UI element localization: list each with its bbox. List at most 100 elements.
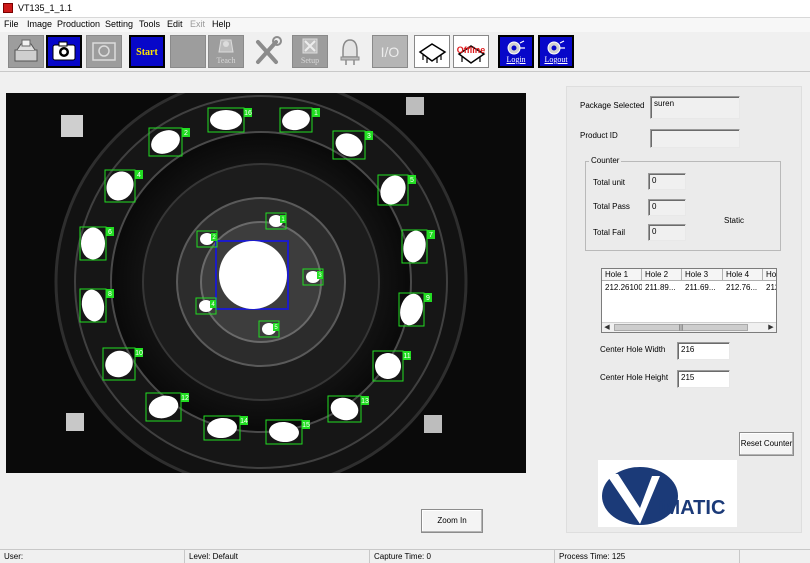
online-button[interactable] [414,35,450,68]
hole-measurements-grid[interactable]: Hole 1 Hole 2 Hole 3 Hole 4 Hole 5 212.2… [601,268,777,333]
package-label: Package Selected [580,101,645,110]
company-logo: iMATIC [598,460,737,527]
start-button[interactable]: Start [129,35,165,68]
center-hole-width-field[interactable]: 216 [677,342,730,360]
detection-label: 13 [361,398,369,405]
grid-column-header[interactable]: Hole 5 [763,269,776,281]
total-unit-label: Total unit [593,178,626,187]
logo-text: iMATIC [658,497,725,519]
io-button[interactable]: I/O [372,35,408,68]
grid-cell[interactable]: 212.76... [723,282,763,293]
grid-cell[interactable]: 212 [763,282,776,293]
title-bar: VT135_1_1.1 [0,0,810,18]
detection-label: 5 [410,177,414,184]
grid-cell[interactable]: 211.69... [682,282,723,293]
wheel-image: 12 3456 78910 1112 1314151612345 [6,93,526,473]
detection-label: 9 [426,295,430,302]
center-hole-height-field[interactable]: 215 [677,370,730,388]
grid-column-header[interactable]: Hole 4 [723,269,763,281]
blank-toolbar-button[interactable] [170,35,206,68]
offline-label: Offline [457,45,486,55]
camera-icon [52,41,76,61]
menu-bar: File Image Production Setting Tools Edit… [0,18,810,32]
product-id-label: Product ID [580,131,618,140]
image-settings-button[interactable] [86,35,122,68]
reset-counter-button[interactable]: Reset Counter [739,432,794,456]
counter-legend: Counter [589,156,622,165]
grid-column-header[interactable]: Hole 1 [602,269,642,281]
center-hole-height-label: Center Hole Height [600,373,669,382]
menu-image[interactable]: Image [27,19,52,29]
status-level: Level: Default [185,550,370,563]
login-button[interactable]: Login [498,35,534,68]
zoom-in-button[interactable]: Zoom In [421,509,483,533]
app-icon [3,3,13,13]
detection-label: 4 [137,172,141,179]
offline-button[interactable]: Offline [453,35,489,68]
grid-cell[interactable]: 211.89... [642,282,682,293]
package-field[interactable]: suren [650,96,740,119]
detection-label: 11 [403,353,410,360]
grid-horizontal-scrollbar[interactable]: ◀ ||| ▶ [602,322,776,332]
setup-button[interactable]: Setup [292,35,328,68]
start-label: Start [136,47,158,58]
toolbar: Start Teach Setup I/O Offline Login Logo… [0,32,810,72]
tools-icon [256,36,282,64]
menu-exit[interactable]: Exit [190,19,205,29]
scroll-left-icon[interactable]: ◀ [602,323,612,332]
status-process-time: Process Time: 125 [555,550,740,563]
logout-label: Logout [544,55,568,64]
grid-cell[interactable]: 212.26100 [602,282,642,293]
status-capture-time: Capture Time: 0 [370,550,555,563]
lug-hole [81,227,105,260]
detection-label: 15 [302,422,310,429]
total-fail-field[interactable]: 0 [648,224,686,241]
counter-mode-label: Static [724,216,745,225]
menu-file[interactable]: File [4,19,19,29]
light-icon [340,39,360,65]
setup-label: Setup [300,56,320,65]
teach-button[interactable]: Teach [208,35,244,68]
camera-view[interactable]: 1 2 3 4 5 6 7 8 9 10 11 12 13 14 15 16 1 2 3 4 5 [6,93,526,473]
window-title: VT135_1_1.1 [18,3,73,13]
grid-column-header[interactable]: Hole 3 [682,269,723,281]
detection-label: 10 [135,350,143,357]
menu-production[interactable]: Production [57,19,100,29]
detection-label: 7 [429,232,433,239]
logout-button[interactable]: Logout [538,35,574,68]
detection-label: 12 [181,395,189,402]
detection-label: 16 [244,110,252,117]
center-hole [219,241,287,309]
scroll-thumb[interactable]: ||| [614,324,748,331]
product-id-field[interactable] [650,129,740,148]
vimatic-logo: iMATIC [602,467,725,525]
status-user: User: [0,550,185,563]
total-fail-label: Total Fail [593,228,626,237]
image-settings-icon [92,42,116,61]
offline-chip-icon: Offline [457,45,486,64]
scroll-right-icon[interactable]: ▶ [766,323,776,332]
detection-label: 3 [367,133,371,140]
load-image-icon [14,39,38,62]
menu-tools[interactable]: Tools [139,19,160,29]
detection-label: 1 [314,110,318,117]
menu-edit[interactable]: Edit [167,19,183,29]
camera-button[interactable] [46,35,82,68]
login-label: Login [506,55,526,64]
menu-setting[interactable]: Setting [105,19,133,29]
setup-icon [302,38,318,54]
tools-button[interactable] [250,35,286,68]
menu-help[interactable]: Help [212,19,231,29]
grid-column-header[interactable]: Hole 2 [642,269,682,281]
center-hole-width-label: Center Hole Width [600,345,666,354]
io-icon: I/O [380,44,400,60]
total-pass-field[interactable]: 0 [648,199,686,216]
teach-label: Teach [216,56,236,65]
light-button[interactable] [332,35,368,68]
total-unit-field[interactable]: 0 [648,173,686,190]
detection-label: 6 [108,229,112,236]
total-pass-label: Total Pass [593,202,630,211]
status-bar: User: Level: Default Capture Time: 0 Pro… [0,549,810,563]
load-image-button[interactable] [8,35,44,68]
detection-label: 14 [240,418,248,425]
